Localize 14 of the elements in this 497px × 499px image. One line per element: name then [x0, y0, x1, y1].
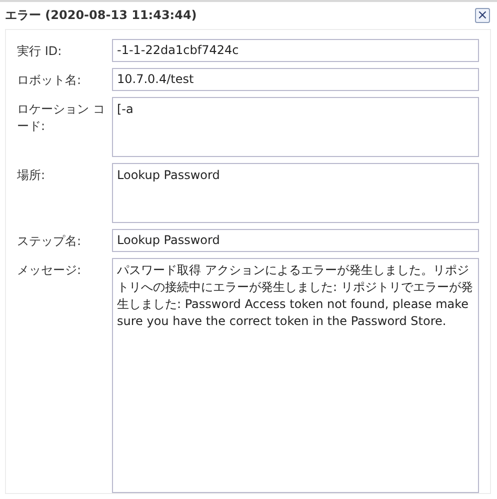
close-button[interactable]: ×: [475, 8, 490, 23]
text-field[interactable]: 10.7.0.4/test: [112, 68, 479, 91]
field-label: ステップ名:: [17, 233, 82, 250]
text-area[interactable]: [-a: [112, 97, 479, 157]
text-area[interactable]: パスワード取得 アクションによるエラーが発生しました。リポジトリへの接続中にエラーが発生しました: リポジトリでエラーが発生しました: Password Access token not found, please make sure you have the correct token in the Password Store.: [112, 258, 479, 493]
text-field[interactable]: Lookup Password: [112, 229, 479, 252]
field-label: 場所:: [17, 167, 46, 184]
field-label: メッセージ:: [17, 262, 82, 279]
field-label: ロボット名:: [17, 72, 82, 89]
field-label: 実行 ID:: [17, 43, 63, 60]
text-field[interactable]: -1-1-22da1cbf7424c: [112, 39, 479, 62]
text-area[interactable]: Lookup Password: [112, 163, 479, 223]
field-label: ロケーション コード:: [17, 101, 106, 135]
dialog-title: エラー (2020-08-13 11:43:44): [5, 7, 197, 24]
